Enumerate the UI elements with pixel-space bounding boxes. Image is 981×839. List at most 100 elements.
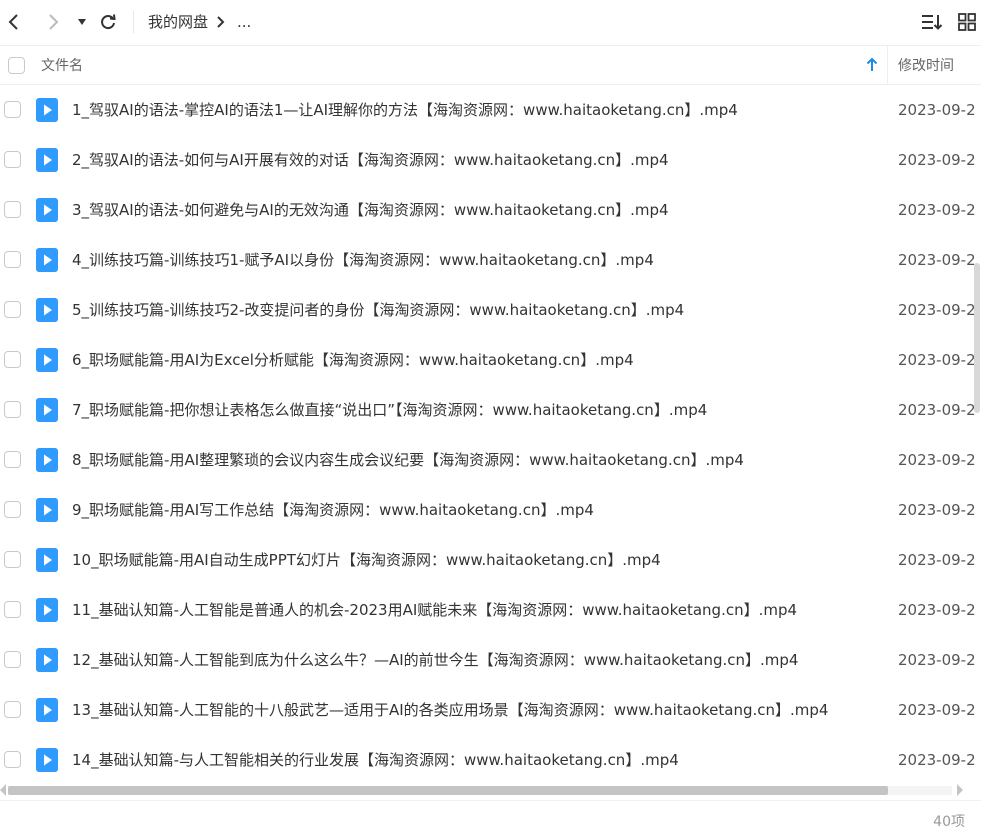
file-list: 1_驾驭AI的语法-掌控AI的语法1—让AI理解你的方法【海淘资源网：www.h…: [0, 85, 981, 785]
refresh-icon: [101, 14, 116, 30]
file-name[interactable]: 13_基础认知篇-人工智能的十八般武艺—适用于AI的各类应用场景【海淘资源网：w…: [72, 700, 828, 720]
video-file-icon: [36, 598, 58, 622]
chevron-right-icon: [49, 14, 59, 30]
history-dropdown-button[interactable]: [70, 10, 94, 34]
file-modified: 2023-09-2: [898, 751, 976, 769]
video-file-icon: [36, 248, 58, 272]
video-file-icon: [36, 298, 58, 322]
video-file-icon: [36, 98, 58, 122]
column-header-modified[interactable]: 修改时间: [898, 57, 954, 75]
file-row[interactable]: 13_基础认知篇-人工智能的十八般武艺—适用于AI的各类应用场景【海淘资源网：w…: [0, 685, 981, 735]
horizontal-scrollbar-thumb[interactable]: [8, 786, 888, 795]
row-checkbox[interactable]: [4, 601, 21, 618]
vertical-scrollbar[interactable]: [974, 85, 981, 782]
breadcrumb-ellipsis[interactable]: ...: [237, 12, 251, 32]
row-checkbox[interactable]: [4, 151, 21, 168]
breadcrumb-root[interactable]: 我的网盘: [148, 12, 208, 32]
file-row[interactable]: 9_职场赋能篇-用AI写工作总结【海淘资源网：www.haitaoketang.…: [0, 485, 981, 535]
scroll-left-icon[interactable]: [0, 784, 6, 796]
arrow-up-icon[interactable]: [866, 57, 878, 77]
file-modified: 2023-09-2: [898, 351, 976, 369]
video-file-icon: [36, 198, 58, 222]
video-file-icon: [36, 348, 58, 372]
horizontal-scrollbar[interactable]: [0, 782, 981, 798]
select-all-checkbox[interactable]: [8, 57, 25, 74]
file-name[interactable]: 3_驾驭AI的语法-如何避免与AI的无效沟通【海淘资源网：www.haitaok…: [72, 200, 669, 220]
file-modified: 2023-09-2: [898, 251, 976, 269]
row-checkbox[interactable]: [4, 551, 21, 568]
file-name[interactable]: 10_职场赋能篇-用AI自动生成PPT幻灯片【海淘资源网：www.haitaok…: [72, 550, 661, 570]
file-name[interactable]: 8_职场赋能篇-用AI整理繁琐的会议内容生成会议纪要【海淘资源网：www.hai…: [72, 450, 744, 470]
file-modified: 2023-09-2: [898, 301, 976, 319]
vertical-scrollbar-thumb[interactable]: [974, 263, 980, 413]
row-checkbox[interactable]: [4, 251, 21, 268]
row-checkbox[interactable]: [4, 701, 21, 718]
item-count: 40项: [933, 814, 965, 830]
caret-down-icon: [78, 19, 86, 25]
file-row[interactable]: 11_基础认知篇-人工智能是普通人的机会-2023用AI赋能未来【海淘资源网：w…: [0, 585, 981, 635]
video-file-icon: [36, 748, 58, 772]
file-modified: 2023-09-2: [898, 601, 976, 619]
file-name[interactable]: 1_驾驭AI的语法-掌控AI的语法1—让AI理解你的方法【海淘资源网：www.h…: [72, 100, 738, 120]
file-name[interactable]: 11_基础认知篇-人工智能是普通人的机会-2023用AI赋能未来【海淘资源网：w…: [72, 600, 797, 620]
file-name[interactable]: 12_基础认知篇-人工智能到底为什么这么牛？—AI的前世今生【海淘资源网：www…: [72, 650, 798, 670]
forward-button[interactable]: [41, 10, 65, 34]
file-modified: 2023-09-2: [898, 701, 976, 719]
file-name[interactable]: 9_职场赋能篇-用AI写工作总结【海淘资源网：www.haitaoketang.…: [72, 500, 594, 520]
video-file-icon: [36, 398, 58, 422]
row-checkbox[interactable]: [4, 651, 21, 668]
file-row[interactable]: 4_训练技巧篇-训练技巧1-赋予AI以身份【海淘资源网：www.haitaoke…: [0, 235, 981, 285]
scroll-right-icon[interactable]: [957, 784, 963, 796]
row-checkbox[interactable]: [4, 401, 21, 418]
file-modified: 2023-09-2: [898, 401, 976, 419]
refresh-button[interactable]: [96, 10, 120, 34]
breadcrumb-separator-icon: [216, 12, 226, 34]
file-row[interactable]: 5_训练技巧篇-训练技巧2-改变提问者的身份【海淘资源网：www.haitaok…: [0, 285, 981, 335]
chevron-left-icon: [8, 14, 18, 30]
video-file-icon: [36, 148, 58, 172]
list-header: 文件名 修改时间: [0, 46, 981, 85]
file-row[interactable]: 10_职场赋能篇-用AI自动生成PPT幻灯片【海淘资源网：www.haitaok…: [0, 535, 981, 585]
file-name[interactable]: 2_驾驭AI的语法-如何与AI开展有效的对话【海淘资源网：www.haitaok…: [72, 150, 669, 170]
toolbar: 我的网盘 ...: [0, 0, 981, 46]
grid-view-button[interactable]: [955, 10, 979, 34]
file-modified: 2023-09-2: [898, 101, 976, 119]
video-file-icon: [36, 698, 58, 722]
column-divider[interactable]: [887, 46, 888, 85]
row-checkbox[interactable]: [4, 351, 21, 368]
file-name[interactable]: 7_职场赋能篇-把你想让表格怎么做直接“说出口”【海淘资源网：www.haita…: [72, 400, 707, 420]
row-checkbox[interactable]: [4, 501, 21, 518]
file-modified: 2023-09-2: [898, 651, 976, 669]
file-row[interactable]: 7_职场赋能篇-把你想让表格怎么做直接“说出口”【海淘资源网：www.haita…: [0, 385, 981, 435]
file-row[interactable]: 1_驾驭AI的语法-掌控AI的语法1—让AI理解你的方法【海淘资源网：www.h…: [0, 85, 981, 135]
file-name[interactable]: 4_训练技巧篇-训练技巧1-赋予AI以身份【海淘资源网：www.haitaoke…: [72, 250, 654, 270]
row-checkbox[interactable]: [4, 301, 21, 318]
video-file-icon: [36, 548, 58, 572]
file-name[interactable]: 14_基础认知篇-与人工智能相关的行业发展【海淘资源网：www.haitaoke…: [72, 750, 679, 770]
file-row[interactable]: 3_驾驭AI的语法-如何避免与AI的无效沟通【海淘资源网：www.haitaok…: [0, 185, 981, 235]
toolbar-divider: [133, 11, 134, 33]
video-file-icon: [36, 648, 58, 672]
file-row[interactable]: 2_驾驭AI的语法-如何与AI开展有效的对话【海淘资源网：www.haitaok…: [0, 135, 981, 185]
row-checkbox[interactable]: [4, 201, 21, 218]
file-modified: 2023-09-2: [898, 151, 976, 169]
back-button[interactable]: [2, 10, 26, 34]
column-header-name[interactable]: 文件名: [41, 57, 83, 75]
file-row[interactable]: 12_基础认知篇-人工智能到底为什么这么牛？—AI的前世今生【海淘资源网：www…: [0, 635, 981, 685]
video-file-icon: [36, 448, 58, 472]
row-checkbox[interactable]: [4, 751, 21, 768]
row-checkbox[interactable]: [4, 451, 21, 468]
file-name[interactable]: 5_训练技巧篇-训练技巧2-改变提问者的身份【海淘资源网：www.haitaok…: [72, 300, 684, 320]
video-file-icon: [36, 498, 58, 522]
status-bar: 40项: [0, 800, 981, 839]
sort-button[interactable]: [920, 10, 944, 34]
file-modified: 2023-09-2: [898, 451, 976, 469]
row-checkbox[interactable]: [4, 101, 21, 118]
file-row[interactable]: 8_职场赋能篇-用AI整理繁琐的会议内容生成会议纪要【海淘资源网：www.hai…: [0, 435, 981, 485]
file-row[interactable]: 6_职场赋能篇-用AI为Excel分析赋能【海淘资源网：www.haitaoke…: [0, 335, 981, 385]
file-modified: 2023-09-2: [898, 501, 976, 519]
file-modified: 2023-09-2: [898, 551, 976, 569]
file-name[interactable]: 6_职场赋能篇-用AI为Excel分析赋能【海淘资源网：www.haitaoke…: [72, 350, 634, 370]
file-modified: 2023-09-2: [898, 201, 976, 219]
file-row[interactable]: 14_基础认知篇-与人工智能相关的行业发展【海淘资源网：www.haitaoke…: [0, 735, 981, 785]
